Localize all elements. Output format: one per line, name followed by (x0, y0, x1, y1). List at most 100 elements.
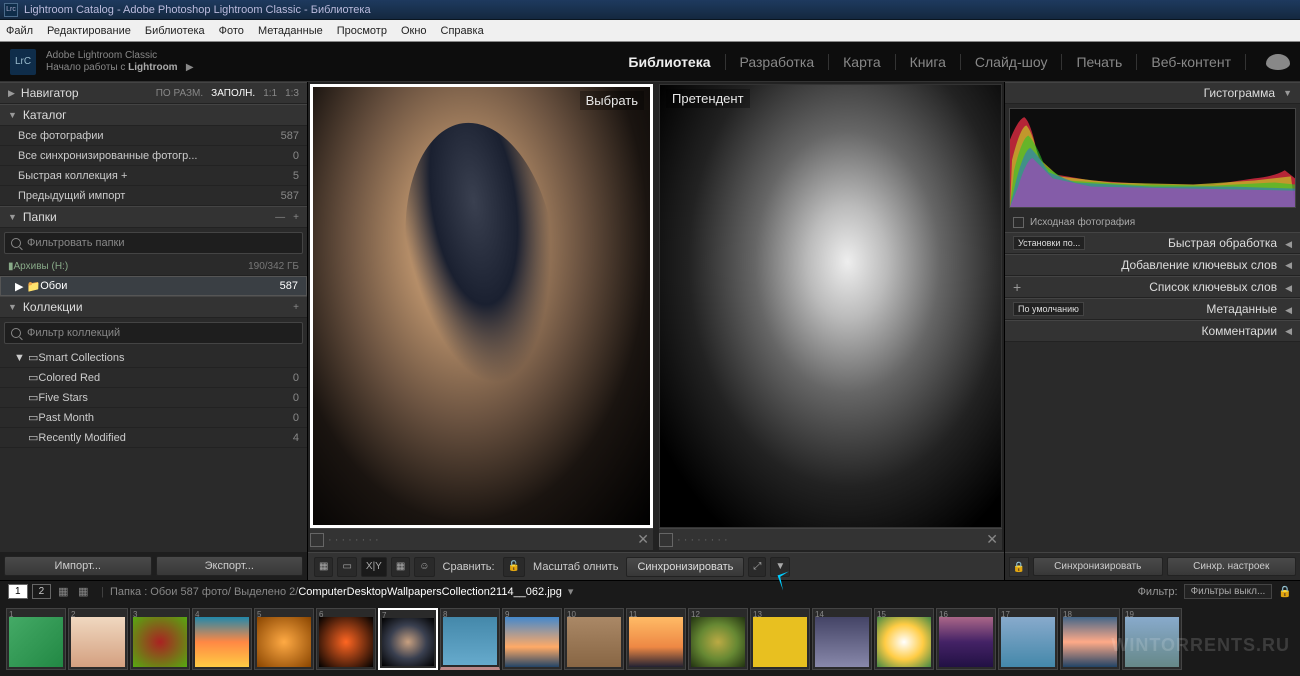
volume-row[interactable]: ▮ Архивы (H:)190/342 ГБ (0, 258, 307, 276)
loupe-view-icon[interactable]: ▭ (337, 557, 356, 577)
thumb-11[interactable]: 11 (626, 608, 686, 670)
module-bar: LrC Adobe Lightroom Classic Начало работ… (0, 42, 1300, 82)
right-panel: Гистограмма▼ Исходная фотография Установ… (1004, 82, 1300, 580)
filmstrip[interactable]: 1 2 3 4 5 6 7 8 9 10 11 12 13 14 15 16 1… (0, 602, 1300, 676)
thumb-2[interactable]: 2 (68, 608, 128, 670)
comments-header[interactable]: Комментарии◀ (1005, 320, 1300, 342)
right-sync-button[interactable]: Синхронизировать (1033, 557, 1163, 576)
menu-view[interactable]: Просмотр (337, 25, 387, 37)
catalog-quick[interactable]: Быстрая коллекция +5 (0, 166, 307, 186)
survey-view-icon[interactable]: ▦ (391, 557, 410, 577)
menu-help[interactable]: Справка (441, 25, 484, 37)
thumb-3[interactable]: 3 (130, 608, 190, 670)
thumb-8[interactable]: 8 (440, 608, 500, 670)
menu-bar[interactable]: Файл Редактирование Библиотека Фото Мета… (0, 20, 1300, 42)
catalog-all-photos[interactable]: Все фотографии587 (0, 126, 307, 146)
center-toolbar: ▦ ▭ X|Y ▦ ☺ Сравнить: 🔓 Масштаб олнить С… (308, 552, 1004, 580)
thumb-17[interactable]: 17 (998, 608, 1058, 670)
thumb-7[interactable]: 7 (378, 608, 438, 670)
module-map[interactable]: Карта (829, 54, 895, 70)
grid-icon[interactable]: ▦ (58, 585, 72, 599)
menu-window[interactable]: Окно (401, 25, 427, 37)
menu-photo[interactable]: Фото (219, 25, 244, 37)
thumb-12[interactable]: 12 (688, 608, 748, 670)
thumb-1[interactable]: 1 (6, 608, 66, 670)
path-label: Папка : Обои 587 фото/ Выделено 2/ (110, 586, 298, 598)
module-print[interactable]: Печать (1062, 54, 1137, 70)
thumb-5[interactable]: 5 (254, 608, 314, 670)
import-button[interactable]: Импорт... (4, 556, 152, 576)
candidate-footer[interactable]: · · · · · · · ·✕ (659, 528, 1002, 550)
filmstrip-info-bar: 1 2 ▦ ▦ | Папка : Обои 587 фото/ Выделен… (0, 580, 1300, 602)
lock-icon[interactable]: 🔓 (503, 557, 525, 577)
select-label: Выбрать (580, 91, 644, 110)
sync-lock-icon[interactable]: 🔒 (1009, 557, 1029, 577)
thumb-14[interactable]: 14 (812, 608, 872, 670)
grid-view-icon[interactable]: ▦ (314, 557, 333, 577)
histogram (1009, 108, 1296, 208)
collections-header[interactable]: ▼Коллекции+ (0, 296, 307, 318)
filename[interactable]: ComputerDesktopWallpapersCollection2114_… (298, 586, 562, 598)
original-photo-checkbox[interactable]: Исходная фотография (1005, 212, 1300, 232)
module-web[interactable]: Веб-контент (1137, 54, 1246, 70)
folder-filter-input[interactable]: Фильтровать папки (4, 232, 303, 254)
swap-icon[interactable]: ⤢ (748, 557, 766, 577)
filter-label: Фильтр: (1138, 586, 1178, 598)
menu-file[interactable]: Файл (6, 25, 33, 37)
thumb-13[interactable]: 13 (750, 608, 810, 670)
compare-view-icon[interactable]: X|Y (361, 557, 387, 577)
close-icon[interactable]: ✕ (637, 531, 649, 548)
toolbar-menu[interactable]: ▼ (770, 557, 790, 577)
window-title: Lightroom Catalog - Adobe Photoshop Ligh… (24, 4, 371, 16)
catalog-previous-import[interactable]: Предыдущий импорт587 (0, 186, 307, 206)
menu-metadata[interactable]: Метаданные (258, 25, 323, 37)
histogram-header[interactable]: Гистограмма▼ (1005, 82, 1300, 104)
export-button[interactable]: Экспорт... (156, 556, 304, 576)
sc-colored-red[interactable]: ▭ Colored Red0 (0, 368, 307, 388)
sync-settings-button[interactable]: Синхр. настроек (1167, 557, 1297, 576)
sc-recently-modified[interactable]: ▭ Recently Modified4 (0, 428, 307, 448)
module-library[interactable]: Библиотека (614, 54, 725, 70)
catalog-header[interactable]: ▼Каталог (0, 104, 307, 126)
select-footer[interactable]: · · · · · · · ·✕ (310, 528, 653, 550)
filter-lock-icon[interactable]: 🔒 (1278, 585, 1292, 598)
left-panel: ▶Навигатор ПО РАЗМ. ЗАПОЛН. 1:1 1:3 ▼Кат… (0, 82, 308, 580)
thumb-4[interactable]: 4 (192, 608, 252, 670)
thumb-15[interactable]: 15 (874, 608, 934, 670)
thumb-19[interactable]: 19 (1122, 608, 1182, 670)
cloud-sync-icon[interactable] (1266, 54, 1290, 70)
thumb-10[interactable]: 10 (564, 608, 624, 670)
select-image[interactable]: Выбрать (310, 84, 653, 528)
thumb-9[interactable]: 9 (502, 608, 562, 670)
thumb-6[interactable]: 6 (316, 608, 376, 670)
screen-1[interactable]: 1 (8, 584, 28, 599)
catalog-synced[interactable]: Все синхронизированные фотогр...0 (0, 146, 307, 166)
thumb-16[interactable]: 16 (936, 608, 996, 670)
window-titlebar: Lrc Lightroom Catalog - Adobe Photoshop … (0, 0, 1300, 20)
folders-header[interactable]: ▼Папки—+ (0, 206, 307, 228)
keywording-header[interactable]: Добавление ключевых слов◀ (1005, 254, 1300, 276)
thumb-18[interactable]: 18 (1060, 608, 1120, 670)
metadata-header[interactable]: По умолчанию Метаданные◀ (1005, 298, 1300, 320)
screen-2[interactable]: 2 (32, 584, 52, 599)
menu-edit[interactable]: Редактирование (47, 25, 131, 37)
module-develop[interactable]: Разработка (726, 54, 830, 70)
people-view-icon[interactable]: ☺ (414, 557, 434, 577)
navigator-header[interactable]: ▶Навигатор ПО РАЗМ. ЗАПОЛН. 1:1 1:3 (0, 82, 307, 104)
filter-select[interactable]: Фильтры выкл... (1184, 584, 1273, 599)
close-icon[interactable]: ✕ (986, 531, 998, 548)
search-icon (11, 328, 21, 338)
module-book[interactable]: Книга (896, 54, 961, 70)
sc-five-stars[interactable]: ▭ Five Stars0 (0, 388, 307, 408)
folder-oboi[interactable]: ▶ 📁 Обои587 (0, 276, 307, 296)
candidate-image[interactable]: Претендент (659, 84, 1002, 528)
quick-develop-header[interactable]: Установки по... Быстрая обработка◀ (1005, 232, 1300, 254)
module-slideshow[interactable]: Слайд-шоу (961, 54, 1063, 70)
keyword-list-header[interactable]: +Список ключевых слов◀ (1005, 276, 1300, 298)
sc-past-month[interactable]: ▭ Past Month0 (0, 408, 307, 428)
smart-collections[interactable]: ▼ ▭ Smart Collections (0, 348, 307, 368)
collection-filter-input[interactable]: Фильтр коллекций (4, 322, 303, 344)
grid-icon-2[interactable]: ▦ (78, 585, 92, 599)
menu-library[interactable]: Библиотека (145, 25, 205, 37)
sync-button[interactable]: Синхронизировать (626, 557, 744, 577)
